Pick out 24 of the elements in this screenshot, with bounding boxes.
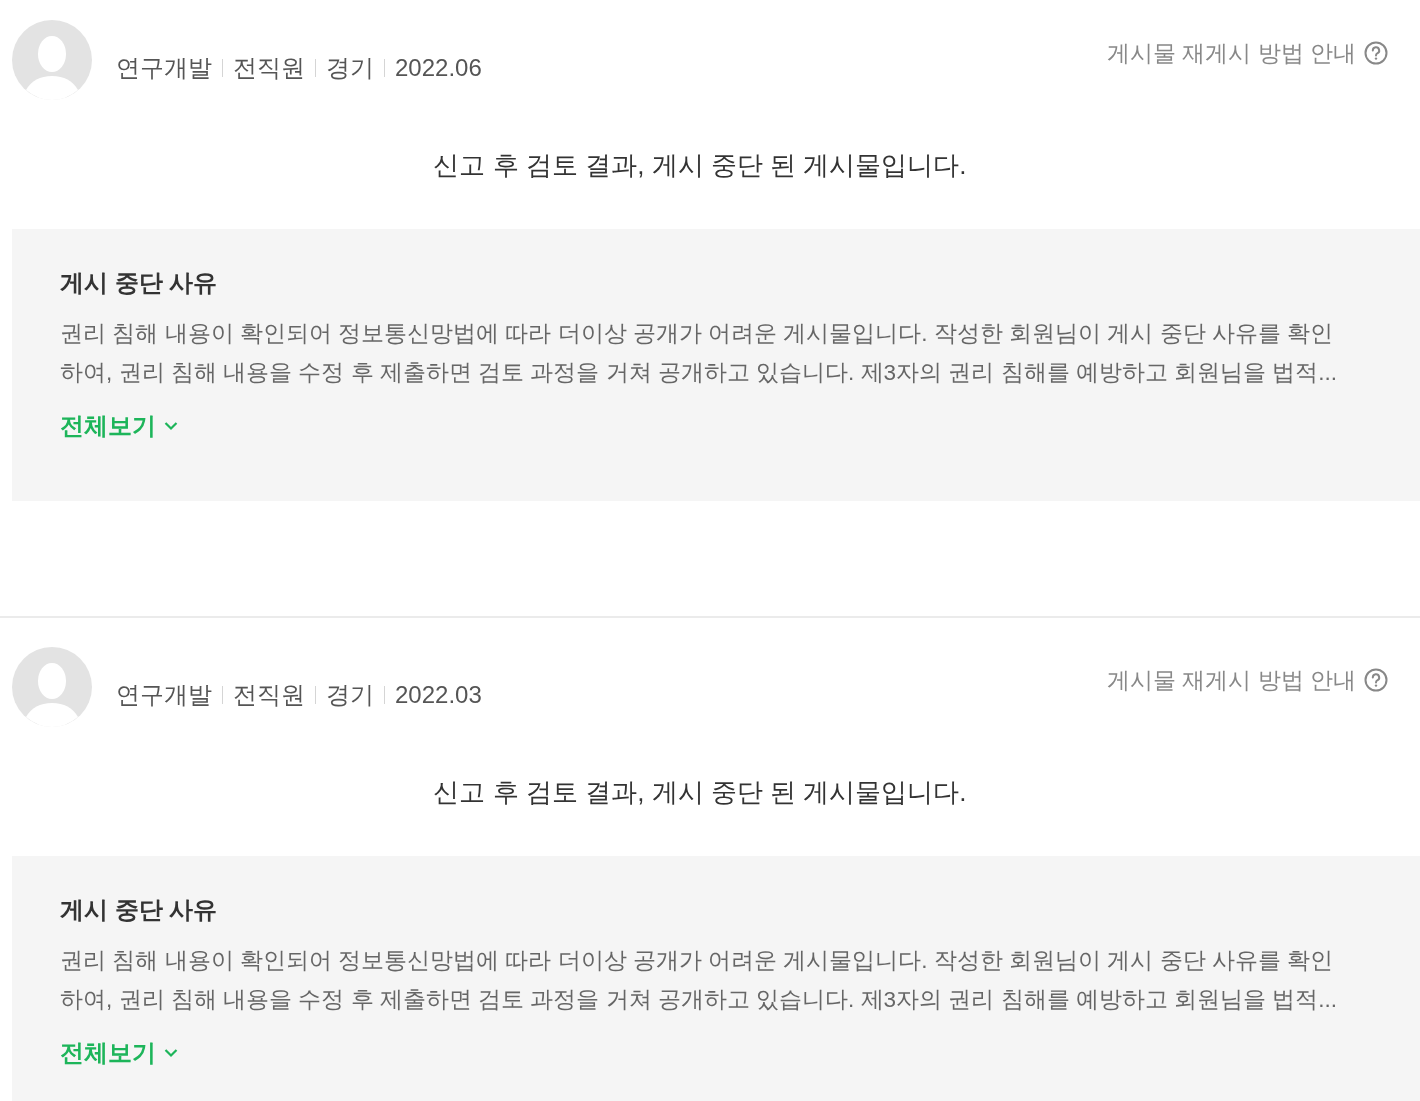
help-link[interactable]: 게시물 재게시 방법 안내 [1106, 663, 1388, 698]
chevron-down-icon [164, 420, 178, 431]
reason-text: 권리 침해 내용이 확인되어 정보통신망법에 따라 더이상 공개가 어려운 게시물입니다. 작성한 회원님이 게시 중단 사유를 확인 하여, 권리 침해 내용을 수정 후 제출하면 검토 과정을 거쳐 공개하고 있습니다. 제3자의 권리 침해를 예방하고 회원님을 법적... [60, 319, 1339, 387]
help-link[interactable]: 게시물 재게시 방법 안내 [1106, 36, 1388, 71]
help-icon [1364, 41, 1388, 66]
avatar-icon [12, 647, 92, 727]
meta-text: 전직원 [233, 680, 305, 710]
meta-text: 전직원 [233, 53, 305, 83]
meta-text: 경기 [326, 53, 374, 83]
meta-text: 2022.06 [395, 53, 482, 83]
meta-text: 연구개발 [116, 53, 212, 83]
meta-text: 연구개발 [116, 680, 212, 710]
reason-text: 권리 침해 내용이 확인되어 정보통신망법에 따라 더이상 공개가 어려운 게시물입니다. 작성한 회원님이 게시 중단 사유를 확인 하여, 권리 침해 내용을 수정 후 제출하면 검토 과정을 거쳐 공개하고 있습니다. 제3자의 권리 침해를 예방하고 회원님을 법적... [60, 946, 1339, 1014]
reason-title: 게시 중단 사유 [60, 896, 219, 925]
help-icon [1364, 668, 1388, 693]
chevron-down-icon [164, 1047, 178, 1058]
view-all-link[interactable]: 전체보기 [60, 407, 178, 444]
notice-text: 신고 후 검토 결과, 게시 중단 된 게시물입니다. [432, 776, 968, 809]
notice-text: 신고 후 검토 결과, 게시 중단 된 게시물입니다. [432, 149, 968, 182]
avatar-icon [12, 20, 92, 100]
reason-title: 게시 중단 사유 [60, 269, 219, 298]
view-all-link[interactable]: 전체보기 [60, 1034, 178, 1071]
meta-text: 경기 [326, 680, 374, 710]
meta-text: 2022.03 [395, 680, 482, 710]
